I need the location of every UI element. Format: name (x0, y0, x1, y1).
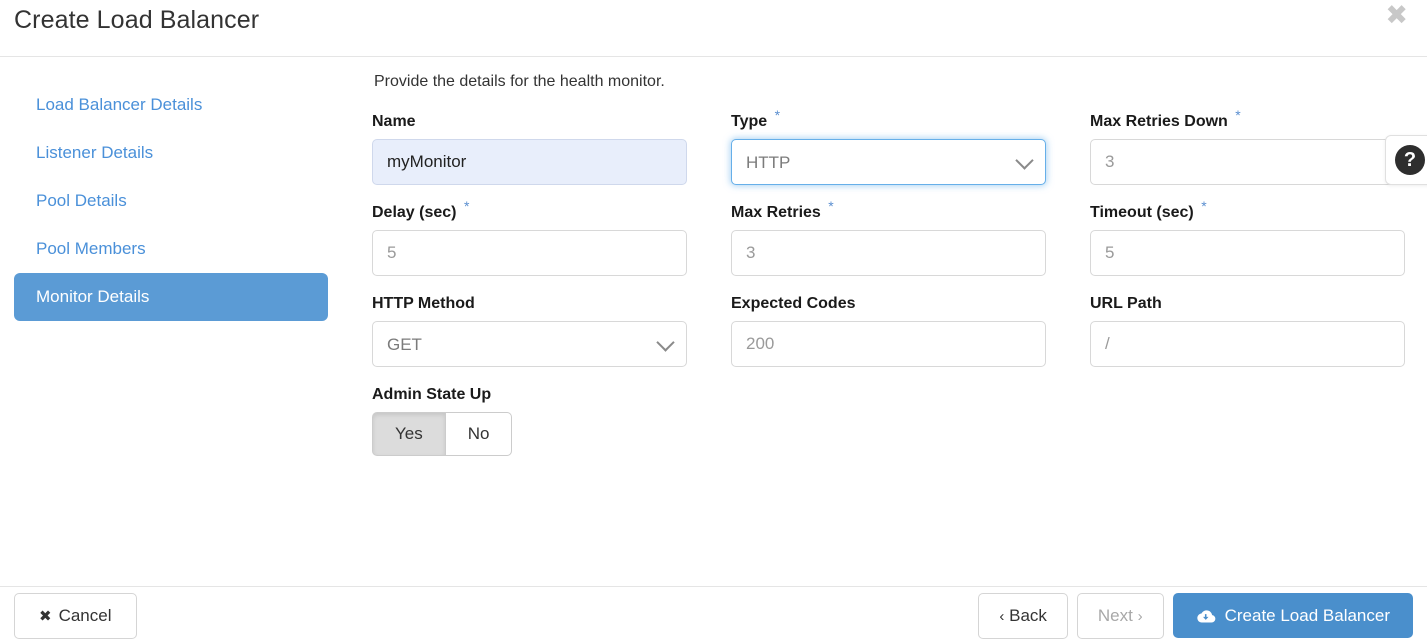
name-label-text: Name (372, 113, 416, 130)
create-load-balancer-label: Create Load Balancer (1224, 606, 1390, 625)
expected-codes-label-text: Expected Codes (731, 295, 856, 312)
sidebar-item-label: Monitor Details (36, 287, 150, 306)
type-label: Type * (731, 108, 1046, 132)
field-group-name: Name (372, 111, 687, 185)
help-button[interactable]: ? (1385, 135, 1427, 185)
url-path-label-text: URL Path (1090, 295, 1162, 312)
timeout-label-text: Timeout (sec) (1090, 204, 1194, 221)
cancel-button-label: Cancel (58, 605, 112, 625)
sidebar-item-pool-details[interactable]: Pool Details (14, 177, 328, 225)
field-group-url-path: URL Path (1090, 293, 1405, 367)
delay-label-text: Delay (sec) (372, 204, 457, 221)
chevron-left-icon: ‹ (999, 607, 1005, 625)
admin-state-up-yes-button[interactable]: Yes (372, 412, 445, 456)
type-label-text: Type (731, 113, 768, 130)
dialog-body: Load Balancer Details Listener Details P… (0, 57, 1427, 586)
form-intro-text: Provide the details for the health monit… (374, 73, 665, 90)
timeout-label: Timeout (sec) * (1090, 199, 1405, 223)
type-select-wrapper: HTTP (731, 139, 1046, 185)
dialog-header: Create Load Balancer ✖ (0, 0, 1427, 57)
url-path-label: URL Path (1090, 293, 1405, 314)
required-asterisk: * (774, 106, 781, 123)
url-path-input[interactable] (1090, 321, 1405, 367)
sidebar-item-label: Pool Members (36, 239, 146, 258)
max-retries-down-label: Max Retries Down * (1090, 108, 1405, 132)
form-row: Admin State Up Yes No (372, 384, 1427, 473)
field-group-http-method: HTTP Method GET (372, 293, 687, 367)
wizard-step-nav: Load Balancer Details Listener Details P… (0, 57, 342, 321)
back-button-label: Back (1009, 605, 1047, 625)
sidebar-item-label: Listener Details (36, 143, 154, 162)
max-retries-down-input[interactable] (1090, 139, 1405, 185)
expected-codes-label: Expected Codes (731, 293, 1046, 314)
max-retries-label-text: Max Retries (731, 204, 821, 221)
sidebar-item-label: Pool Details (36, 191, 127, 210)
http-method-label-text: HTTP Method (372, 295, 475, 312)
field-group-max-retries-down: Max Retries Down * (1090, 108, 1405, 185)
close-icon[interactable]: ✖ (1385, 2, 1408, 29)
delay-label: Delay (sec) * (372, 199, 687, 223)
name-label: Name (372, 111, 687, 132)
field-group-type: Type * HTTP (731, 108, 1046, 185)
next-button-label: Next (1097, 605, 1133, 625)
field-group-admin-state-up: Admin State Up Yes No (372, 384, 687, 456)
max-retries-input[interactable] (731, 230, 1046, 276)
field-group-expected-codes: Expected Codes (731, 293, 1046, 367)
admin-state-up-label: Admin State Up (372, 384, 687, 405)
sidebar-item-listener-details[interactable]: Listener Details (14, 129, 328, 177)
sidebar-item-label: Load Balancer Details (36, 95, 203, 114)
monitor-details-form: Provide the details for the health monit… (372, 57, 1427, 473)
delay-input[interactable] (372, 230, 687, 276)
back-button[interactable]: ‹ Back (978, 592, 1068, 639)
field-group-timeout: Timeout (sec) * (1090, 199, 1405, 276)
next-button[interactable]: Next › (1076, 592, 1164, 639)
required-asterisk: * (463, 197, 470, 214)
dialog-footer: ✖ Cancel ‹ Back Next › Create Load Balanc… (0, 586, 1427, 644)
required-asterisk: * (1201, 197, 1207, 214)
chevron-right-icon: › (1137, 607, 1143, 625)
name-input[interactable] (372, 139, 687, 185)
max-retries-label: Max Retries * (731, 199, 1046, 223)
footer-actions: ‹ Back Next › Create Load Balancer (978, 592, 1413, 639)
cloud-download-icon (1196, 608, 1216, 624)
admin-state-up-no-button[interactable]: No (444, 412, 513, 456)
form-row: Name Type * HTTP Max Retries Dow (372, 108, 1427, 202)
create-load-balancer-button[interactable]: Create Load Balancer (1172, 593, 1413, 638)
admin-state-up-toggle: Yes No (372, 412, 513, 456)
sidebar-item-load-balancer-details[interactable]: Load Balancer Details (14, 81, 328, 129)
sidebar-item-pool-members[interactable]: Pool Members (14, 225, 328, 273)
cancel-button[interactable]: ✖ Cancel (14, 592, 137, 639)
required-asterisk: * (828, 197, 834, 214)
form-row: HTTP Method GET Expected Codes URL Path (372, 293, 1427, 384)
question-mark-icon: ? (1395, 145, 1425, 175)
admin-state-up-label-text: Admin State Up (372, 386, 492, 403)
required-asterisk: * (1235, 106, 1241, 123)
expected-codes-input[interactable] (731, 321, 1046, 367)
http-method-label: HTTP Method (372, 293, 687, 314)
page-title: Create Load Balancer (14, 6, 260, 34)
sidebar-item-monitor-details[interactable]: Monitor Details (14, 273, 328, 321)
timeout-input[interactable] (1090, 230, 1405, 276)
close-x-icon: ✖ (39, 606, 52, 625)
max-retries-down-label-text: Max Retries Down (1090, 113, 1228, 130)
form-row: Delay (sec) * Max Retries * Timeout (sec… (372, 199, 1427, 293)
field-group-delay: Delay (sec) * (372, 199, 687, 276)
field-group-max-retries: Max Retries * (731, 199, 1046, 276)
http-method-select-wrapper: GET (372, 321, 687, 367)
http-method-select[interactable]: GET (372, 321, 687, 367)
type-select[interactable]: HTTP (731, 139, 1046, 185)
